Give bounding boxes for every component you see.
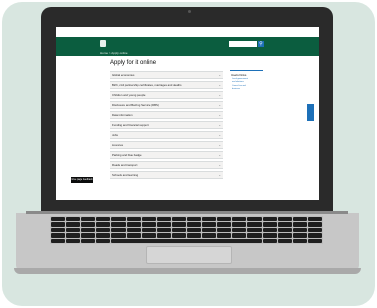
chevron-down-icon: ⌄	[218, 73, 221, 77]
list-item-label: Schools and learning	[112, 172, 139, 177]
crest-logo	[100, 40, 106, 47]
topic-list: Global economies ⌄ Birth, civil partnersh…	[110, 71, 223, 181]
site-header: ⚲	[56, 37, 319, 51]
list-item-label: Disclosure and Barring Service (DBS)	[112, 102, 159, 107]
list-item-label: Jobs	[112, 132, 118, 137]
list-item[interactable]: Disclosure and Barring Service (DBS) ⌄	[110, 100, 223, 110]
list-item[interactable]: Roads and transport ⌄	[110, 160, 223, 170]
related-links-panel: Useful links Local government and electi…	[230, 70, 263, 94]
list-item-label: Birth, civil partnership certificates, m…	[112, 82, 182, 87]
feedback-button[interactable]: Give page feedback	[71, 177, 93, 183]
list-item-label: Funding and financial support	[112, 122, 149, 127]
chevron-down-icon: ⌄	[218, 82, 221, 87]
related-link[interactable]: business	[232, 88, 240, 91]
laptop-screen: ⚲ Home > Apply online Apply for it onlin…	[56, 27, 319, 200]
list-item[interactable]: Jobs ⌄	[110, 130, 223, 140]
related-link[interactable]: and elections	[232, 81, 244, 84]
chevron-down-icon: ⌄	[218, 102, 221, 107]
breadcrumb[interactable]: Home > Apply online	[100, 51, 128, 56]
list-item[interactable]: Global economies ⌄	[110, 71, 223, 80]
search-input[interactable]	[229, 41, 257, 47]
chevron-down-icon: ⌄	[218, 92, 221, 97]
list-item-label: Global economies	[112, 73, 135, 77]
list-item-label: Licences	[112, 142, 124, 147]
list-item[interactable]: Data information ⌄	[110, 110, 223, 120]
list-item-label: Parking and blue badge	[112, 152, 142, 157]
chevron-down-icon: ⌄	[218, 142, 221, 147]
page-title: Apply for it online	[110, 60, 157, 66]
trackpad	[146, 246, 232, 264]
keyboard	[50, 216, 323, 244]
related-links-title: Useful links	[231, 73, 247, 77]
list-item[interactable]: Licences ⌄	[110, 140, 223, 150]
chevron-down-icon: ⌄	[218, 172, 221, 177]
list-item-label: Data information	[112, 112, 133, 117]
list-item[interactable]: Birth, civil partnership certificates, m…	[110, 80, 223, 90]
chevron-down-icon: ⌄	[218, 132, 221, 137]
webcam-icon	[188, 10, 191, 13]
list-item-label: Roads and transport	[112, 162, 138, 167]
laptop-hinge	[26, 211, 348, 214]
search-icon: ⚲	[259, 41, 263, 47]
feedback-side-tab[interactable]	[307, 104, 314, 121]
list-item[interactable]: Parking and blue badge ⌄	[110, 150, 223, 160]
list-item[interactable]: Children and young people ⌄	[110, 90, 223, 100]
list-item[interactable]: Funding and financial support ⌄	[110, 120, 223, 130]
list-item-label: Children and young people	[112, 92, 146, 97]
breadcrumb-bar: Home > Apply online	[56, 51, 319, 56]
chevron-down-icon: ⌄	[218, 112, 221, 117]
laptop-base-lip	[14, 268, 361, 274]
list-item[interactable]: Schools and learning ⌄	[110, 170, 223, 180]
chevron-down-icon: ⌄	[218, 152, 221, 157]
chevron-down-icon: ⌄	[218, 162, 221, 167]
chevron-down-icon: ⌄	[218, 122, 221, 127]
